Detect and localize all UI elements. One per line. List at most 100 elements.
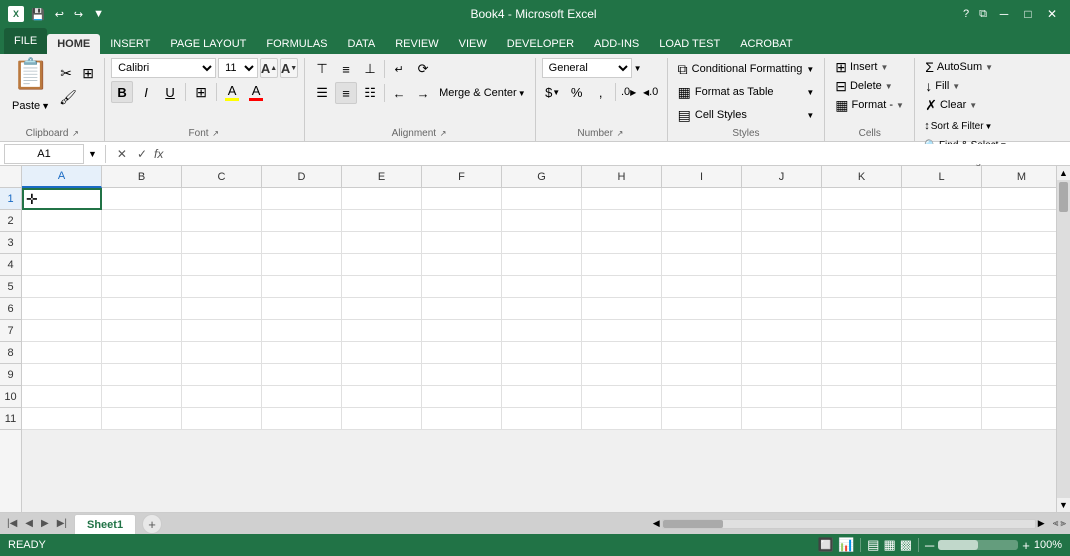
col-header-C[interactable]: C (182, 166, 262, 188)
merge-center-button[interactable]: Merge & Center ▼ (436, 82, 529, 104)
tab-review[interactable]: REVIEW (385, 34, 448, 54)
horizontal-scrollbar[interactable]: ◀ ▶ (649, 513, 1049, 534)
cell-F2[interactable] (422, 210, 502, 232)
row-header-8[interactable]: 8 (0, 342, 22, 364)
cell-D6[interactable] (262, 298, 342, 320)
cell-J9[interactable] (742, 364, 822, 386)
bold-button[interactable]: B (111, 81, 133, 103)
cell-K4[interactable] (822, 254, 902, 276)
format-as-table-button[interactable]: ▦ Format as Table ▼ (674, 81, 819, 103)
cell-L9[interactable] (902, 364, 982, 386)
tab-file[interactable]: FILE (4, 28, 47, 54)
cell-J8[interactable] (742, 342, 822, 364)
cell-I11[interactable] (662, 408, 742, 430)
confirm-button[interactable]: ✓ (134, 146, 150, 162)
cell-J11[interactable] (742, 408, 822, 430)
cell-E2[interactable] (342, 210, 422, 232)
cell-L10[interactable] (902, 386, 982, 408)
view-normal-button[interactable]: ▤ (867, 537, 879, 553)
cell-styles-arrow[interactable]: ▼ (806, 111, 814, 120)
clipboard-expand-button[interactable]: ↗ (70, 129, 80, 139)
tab-developer[interactable]: DEVELOPER (497, 34, 584, 54)
cell-D9[interactable] (262, 364, 342, 386)
sort-arrow[interactable]: ▼ (985, 122, 993, 131)
insert-button[interactable]: ⊞ Insert ▼ (831, 58, 908, 76)
font-family-select[interactable]: Calibri (111, 58, 216, 78)
cell-A5[interactable] (22, 276, 102, 298)
cell-I10[interactable] (662, 386, 742, 408)
save-button[interactable]: 💾 (28, 6, 48, 23)
align-top-button[interactable]: ⊤ (311, 58, 333, 80)
merge-dropdown-arrow[interactable]: ▼ (518, 89, 526, 98)
col-header-H[interactable]: H (582, 166, 662, 188)
view-layout-button[interactable]: ▦ (883, 537, 895, 553)
col-header-G[interactable]: G (502, 166, 582, 188)
alignment-expand-button[interactable]: ↗ (438, 129, 448, 139)
format-table-arrow[interactable]: ▼ (806, 88, 814, 97)
cell-H4[interactable] (582, 254, 662, 276)
cell-G7[interactable] (502, 320, 582, 342)
cell-E7[interactable] (342, 320, 422, 342)
cell-G5[interactable] (502, 276, 582, 298)
scroll-down-button[interactable]: ▼ (1057, 498, 1070, 512)
insert-arrow[interactable]: ▼ (880, 63, 888, 72)
cell-I8[interactable] (662, 342, 742, 364)
macro-button[interactable]: 📊 (838, 537, 854, 553)
italic-button[interactable]: I (135, 81, 157, 103)
cell-H8[interactable] (582, 342, 662, 364)
cell-A1[interactable]: ✛ (22, 188, 102, 210)
cell-L1[interactable] (902, 188, 982, 210)
cell-C9[interactable] (182, 364, 262, 386)
paste-button[interactable]: 📋 Paste ▼ (8, 58, 54, 114)
cell-F9[interactable] (422, 364, 502, 386)
format-arrow[interactable]: ▼ (896, 101, 904, 110)
cell-L6[interactable] (902, 298, 982, 320)
cell-G1[interactable] (502, 188, 582, 210)
cell-E5[interactable] (342, 276, 422, 298)
cell-L2[interactable] (902, 210, 982, 232)
cell-K8[interactable] (822, 342, 902, 364)
cell-J7[interactable] (742, 320, 822, 342)
row-header-10[interactable]: 10 (0, 386, 22, 408)
col-header-K[interactable]: K (822, 166, 902, 188)
decrease-font-button[interactable]: A▼ (280, 58, 298, 78)
tab-acrobat[interactable]: ACROBAT (730, 34, 802, 54)
sheet-tab-sheet1[interactable]: Sheet1 (74, 514, 136, 534)
corner-cell[interactable] (0, 166, 22, 188)
hscroll-track[interactable] (662, 519, 1036, 529)
cell-M4[interactable] (982, 254, 1056, 276)
cell-B10[interactable] (102, 386, 182, 408)
cell-D2[interactable] (262, 210, 342, 232)
cell-A11[interactable] (22, 408, 102, 430)
delete-button[interactable]: ⊟ Delete ▼ (831, 77, 908, 95)
maximize-button[interactable]: □ (1018, 4, 1038, 24)
cell-I7[interactable] (662, 320, 742, 342)
fill-button[interactable]: ↓ Fill ▼ (921, 77, 1010, 95)
col-header-I[interactable]: I (662, 166, 742, 188)
tab-view[interactable]: VIEW (449, 34, 497, 54)
restore-ribbon-button[interactable]: ⧉ (976, 6, 990, 23)
font-size-select[interactable]: 11 (218, 58, 258, 78)
row-header-11[interactable]: 11 (0, 408, 22, 430)
cell-E10[interactable] (342, 386, 422, 408)
cell-C11[interactable] (182, 408, 262, 430)
cell-G11[interactable] (502, 408, 582, 430)
cell-M1[interactable] (982, 188, 1056, 210)
cell-I6[interactable] (662, 298, 742, 320)
tab-data[interactable]: DATA (338, 34, 386, 54)
indent-increase-button[interactable]: → (412, 82, 434, 104)
cell-K5[interactable] (822, 276, 902, 298)
align-middle-button[interactable]: ≡ (335, 58, 357, 80)
cell-I9[interactable] (662, 364, 742, 386)
cell-F4[interactable] (422, 254, 502, 276)
cell-E6[interactable] (342, 298, 422, 320)
cell-D3[interactable] (262, 232, 342, 254)
cell-B7[interactable] (102, 320, 182, 342)
row-header-2[interactable]: 2 (0, 210, 22, 232)
increase-font-button[interactable]: A▲ (260, 58, 278, 78)
cell-J6[interactable] (742, 298, 822, 320)
split-left-button[interactable]: ⫷ (1053, 518, 1059, 529)
cell-L5[interactable] (902, 276, 982, 298)
wrap-text-button[interactable]: ↵ (388, 58, 410, 80)
cell-M9[interactable] (982, 364, 1056, 386)
